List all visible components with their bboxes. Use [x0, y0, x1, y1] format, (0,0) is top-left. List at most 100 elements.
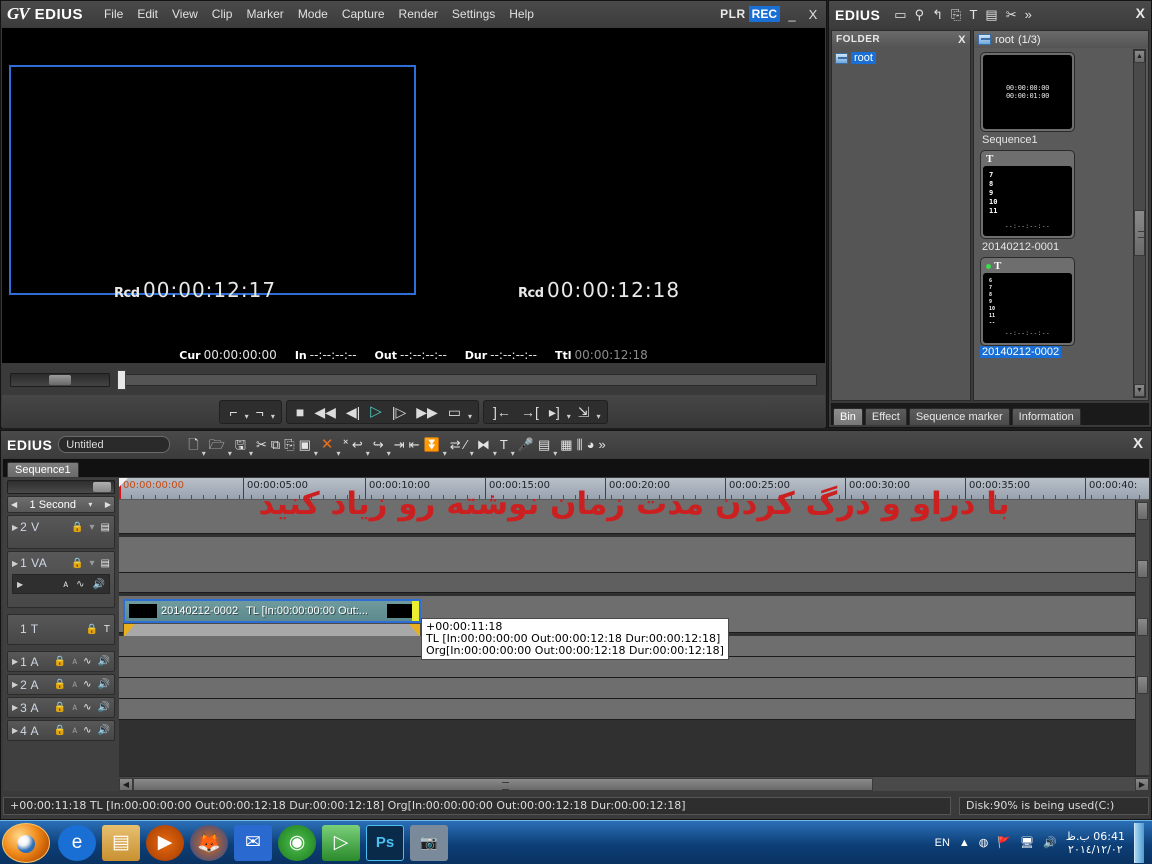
- tab-information[interactable]: Information: [1011, 408, 1081, 425]
- edius-icon[interactable]: ▷: [322, 824, 360, 861]
- overwrite-to-timeline-icon[interactable]: ⇤: [407, 437, 422, 452]
- track-header-1t[interactable]: 1 T 🔒 T: [7, 614, 115, 645]
- waveform-icon[interactable]: ∿: [83, 656, 91, 667]
- list-item[interactable]: T 7 8 9 10 11 --:--:--:-- 20140212-0001: [980, 150, 1146, 255]
- mark-out-icon[interactable]: ¬: [252, 403, 268, 421]
- menu-help[interactable]: Help: [502, 4, 541, 24]
- removable-media-icon[interactable]: 🖥: [1020, 836, 1034, 849]
- clip-thumbnail[interactable]: T 7 8 9 10 11 --:--:--:--: [980, 150, 1075, 239]
- scale-dropdown-icon[interactable]: ▾: [88, 500, 92, 509]
- messenger-icon[interactable]: ✉: [234, 824, 272, 861]
- volume-icon[interactable]: 🔊: [1043, 836, 1057, 849]
- hscroll-knob[interactable]: [133, 777, 873, 791]
- timeline-vertical-scrollbar[interactable]: [1135, 500, 1149, 775]
- match-frame-icon[interactable]: ⧓: [475, 437, 492, 452]
- globe-icon[interactable]: ◉: [278, 824, 316, 861]
- track-expand-icon[interactable]: ▶: [12, 559, 18, 568]
- track-menu-icon[interactable]: ▾: [90, 522, 95, 533]
- lock-icon[interactable]: 🔒: [85, 624, 97, 635]
- title-icon[interactable]: T: [965, 7, 981, 22]
- open-project-icon[interactable]: 🗁: [207, 437, 227, 452]
- trim-in-left-icon[interactable]: ]←: [489, 403, 515, 421]
- list-item[interactable]: 00:00:00:00 00:00:01:00 Sequence1: [980, 52, 1146, 148]
- waveform-icon[interactable]: ∿: [83, 725, 91, 736]
- mark-out-dropdown-icon[interactable]: ▾: [270, 412, 276, 421]
- color-bars-icon[interactable]: ▤: [981, 7, 1001, 23]
- position-slider-handle[interactable]: [117, 370, 126, 390]
- export-icon[interactable]: ▤: [536, 437, 552, 452]
- menu-capture[interactable]: Capture: [335, 4, 392, 24]
- subtrack-expand-icon[interactable]: ▶: [17, 580, 23, 589]
- track-header-1a[interactable]: ▶ 1 A 🔒 ᴀ ∿ 🔊: [7, 651, 115, 672]
- clip-base-bar[interactable]: [123, 623, 421, 637]
- speaker-icon[interactable]: 🔊: [98, 702, 110, 713]
- previous-frame-button[interactable]: ◀|: [342, 403, 364, 421]
- undo-icon[interactable]: ↩: [350, 437, 365, 452]
- track-header-1va[interactable]: ▶ 1 VA 🔒 ▾ ▤ ▶ ᴀ ∿ 🔊: [7, 551, 115, 608]
- scale-next-icon[interactable]: ▶: [105, 500, 111, 509]
- show-desktop-button[interactable]: [1134, 822, 1144, 863]
- hscroll-trough[interactable]: [133, 777, 1135, 791]
- trim-out-icon[interactable]: ▸]: [545, 403, 564, 421]
- firefox-icon[interactable]: 🦊: [190, 824, 228, 861]
- more-icon[interactable]: »: [596, 437, 607, 452]
- add-dropdown-icon[interactable]: ▾: [596, 412, 602, 421]
- ripple-delete-icon[interactable]: ˟: [342, 437, 350, 452]
- cur-value[interactable]: 00:00:00:00: [204, 348, 277, 362]
- menu-marker[interactable]: Marker: [239, 4, 290, 24]
- new-project-icon[interactable]: 🗋: [186, 437, 200, 452]
- tab-bin[interactable]: Bin: [833, 408, 863, 425]
- scroll-up-icon[interactable]: ▲: [1134, 50, 1145, 63]
- scroll-down-icon[interactable]: ▼: [1134, 384, 1145, 397]
- track-header-4a[interactable]: ▶ 4 A 🔒 ᴀ ∿ 🔊: [7, 720, 115, 741]
- action-center-icon[interactable]: ◍: [979, 836, 989, 849]
- timeline-zoom-slider[interactable]: [7, 480, 115, 494]
- lock-icon[interactable]: 🔒: [54, 725, 66, 736]
- track-expand-icon[interactable]: ▶: [12, 523, 18, 532]
- dur-value[interactable]: --:--:--:--: [490, 348, 537, 362]
- scrollbar-thumb[interactable]: [1134, 210, 1145, 256]
- minimize-button[interactable]: _: [783, 7, 801, 22]
- color-correction-icon[interactable]: ◕: [585, 437, 597, 452]
- audio-mute-icon[interactable]: ᴀ: [72, 702, 77, 713]
- folder-pane-close[interactable]: X: [958, 34, 966, 46]
- save-project-icon[interactable]: 🖫: [233, 437, 248, 452]
- timeline-close-button[interactable]: X: [1133, 435, 1143, 452]
- voiceover-icon[interactable]: 🎤: [516, 437, 536, 452]
- menu-render[interactable]: Render: [392, 4, 445, 24]
- track-row-2a[interactable]: [119, 657, 1149, 678]
- track-row-1va-video[interactable]: [119, 537, 1149, 573]
- vscroll-knob-2[interactable]: [1137, 560, 1148, 578]
- add-clip-icon[interactable]: ⎘: [947, 7, 965, 23]
- recorder-mode-button[interactable]: REC: [748, 6, 780, 22]
- clip-list[interactable]: 00:00:00:00 00:00:01:00 Sequence1 T 7 8 …: [974, 48, 1148, 400]
- menu-edit[interactable]: Edit: [130, 4, 165, 24]
- audio-mute-icon[interactable]: ᴀ: [63, 579, 68, 590]
- shuttle-control[interactable]: [10, 373, 110, 387]
- lock-icon[interactable]: 🔒: [54, 679, 66, 690]
- timeline-horizontal-scrollbar[interactable]: ◀ ▶: [119, 776, 1149, 791]
- menu-clip[interactable]: Clip: [205, 4, 240, 24]
- mark-in-dropdown-icon[interactable]: ▾: [244, 412, 250, 421]
- lock-icon[interactable]: 🔒: [71, 558, 83, 569]
- speaker-icon[interactable]: 🔊: [98, 725, 110, 736]
- hscroll-left-icon[interactable]: ◀: [119, 777, 133, 791]
- language-indicator[interactable]: EN: [935, 837, 950, 849]
- speaker-icon[interactable]: 🔊: [98, 679, 110, 690]
- track-row-4a[interactable]: [119, 699, 1149, 720]
- loop-dropdown-icon[interactable]: ▾: [467, 412, 473, 421]
- clip-thumbnail[interactable]: 00:00:00:00 00:00:01:00: [980, 52, 1075, 132]
- folder-item-root[interactable]: root: [835, 52, 967, 64]
- layouter-icon[interactable]: ▦: [558, 437, 574, 452]
- out-value[interactable]: --:--:--:--: [400, 348, 447, 362]
- menu-settings[interactable]: Settings: [445, 4, 502, 24]
- loop-icon[interactable]: ▭: [444, 403, 465, 421]
- audio-mute-icon[interactable]: ᴀ: [72, 725, 77, 736]
- vscroll-knob-4[interactable]: [1137, 676, 1148, 694]
- audio-mute-icon[interactable]: ᴀ: [72, 656, 77, 667]
- copy-icon[interactable]: ⧉: [269, 437, 282, 452]
- tab-sequence-marker[interactable]: Sequence marker: [908, 408, 1010, 425]
- timeline-clip[interactable]: 20140212-0002 TL [In:00:00:00:00 Out:...: [123, 599, 421, 623]
- search-icon[interactable]: ⚲: [911, 7, 929, 23]
- close-button[interactable]: X: [804, 7, 822, 22]
